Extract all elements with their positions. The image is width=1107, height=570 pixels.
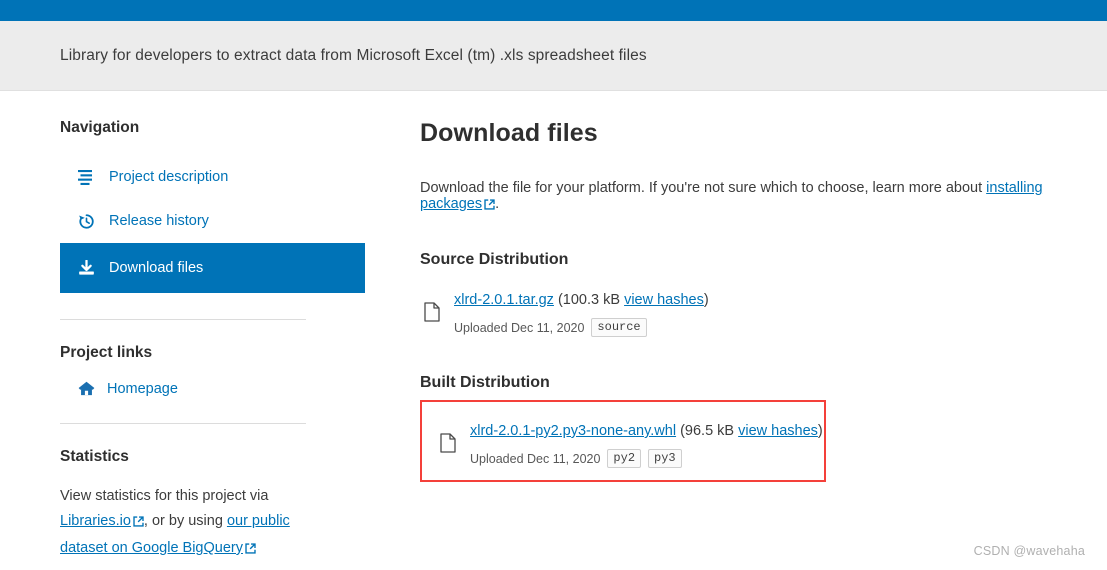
statistics-middle: , or by using [143,513,227,529]
sidebar-item-label: Project description [109,169,229,185]
project-links-heading: Project links [60,344,153,361]
wheel-view-hashes-link[interactable]: view hashes [738,423,818,439]
project-subtitle-banner: Library for developers to extract data f… [0,21,1107,91]
statistics-heading: Statistics [60,448,129,465]
sidebar-link-label: Homepage [107,380,178,397]
file-meta: xlrd-2.0.1.tar.gz (100.3 kB view hashes)… [454,288,709,337]
sidebar-item-project-description[interactable]: Project description [60,155,365,199]
home-icon [78,380,95,397]
file-primary-line: xlrd-2.0.1.tar.gz (100.3 kB view hashes) [454,289,709,311]
sidebar-item-label: Download files [109,260,204,276]
package-type-tag: py2 [607,449,642,468]
external-link-icon [245,538,256,563]
wheel-file-size: (96.5 kB [680,423,739,439]
sidebar-divider-1 [60,319,306,320]
external-link-icon [133,511,144,536]
file-icon [424,302,441,327]
built-distribution-highlight-box: xlrd-2.0.1-py2.py3-none-any.whl (96.5 kB… [420,400,826,482]
sidebar: Navigation Project description Release h… [60,119,365,563]
download-icon [78,260,95,277]
built-distribution-heading: Built Distribution [420,374,550,391]
file-icon [440,433,457,458]
navigation-list: Project description Release history Down… [60,155,365,293]
sidebar-divider-2 [60,423,306,424]
file-secondary-line: Uploaded Dec 11, 2020 py2 py3 [470,449,823,468]
source-view-hashes-link[interactable]: view hashes [624,292,704,308]
sidebar-item-label: Release history [109,213,209,229]
package-type-tag: source [591,318,647,337]
download-description: Download the file for your platform. If … [420,180,1107,214]
wheel-file-download-link[interactable]: xlrd-2.0.1-py2.py3-none-any.whl [470,423,676,439]
source-paren-close: ) [703,292,709,308]
description-suffix: . [495,196,500,212]
source-distribution-heading: Source Distribution [420,251,569,268]
source-distribution-file-row: xlrd-2.0.1.tar.gz (100.3 kB view hashes)… [420,288,1107,337]
source-file-download-link[interactable]: xlrd-2.0.1.tar.gz [454,292,554,308]
file-secondary-line: Uploaded Dec 11, 2020 source [454,318,709,337]
sidebar-item-download-files[interactable]: Download files [60,243,365,293]
project-subtitle: Library for developers to extract data f… [60,46,647,64]
statistics-description: View statistics for this project via Lib… [60,484,310,563]
navigation-heading: Navigation [60,119,140,136]
description-prefix: Download the file for your platform. If … [420,180,987,196]
history-icon [78,213,95,230]
statistics-prefix: View statistics for this project via [60,488,269,504]
list-icon [78,169,95,186]
wheel-paren-close: ) [817,423,823,439]
libraries-io-link[interactable]: Libraries.io [60,513,131,529]
package-type-tag: py3 [648,449,682,468]
sidebar-link-homepage[interactable]: Homepage [60,380,365,397]
source-upload-date: Uploaded Dec 11, 2020 [454,320,585,335]
file-primary-line: xlrd-2.0.1-py2.py3-none-any.whl (96.5 kB… [470,420,823,442]
brand-bar [0,0,1107,21]
wheel-upload-date: Uploaded Dec 11, 2020 [470,451,601,466]
built-distribution-file-row: xlrd-2.0.1-py2.py3-none-any.whl (96.5 kB… [436,419,824,468]
sidebar-item-release-history[interactable]: Release history [60,199,365,243]
external-link-icon [484,198,495,214]
main-content: Download files Download the file for you… [420,119,1107,563]
page-body: Navigation Project description Release h… [0,91,1107,563]
source-file-size: (100.3 kB [557,292,625,308]
page-title: Download files [420,119,598,147]
file-meta: xlrd-2.0.1-py2.py3-none-any.whl (96.5 kB… [470,419,823,468]
watermark: CSDN @wavehaha [973,544,1085,558]
